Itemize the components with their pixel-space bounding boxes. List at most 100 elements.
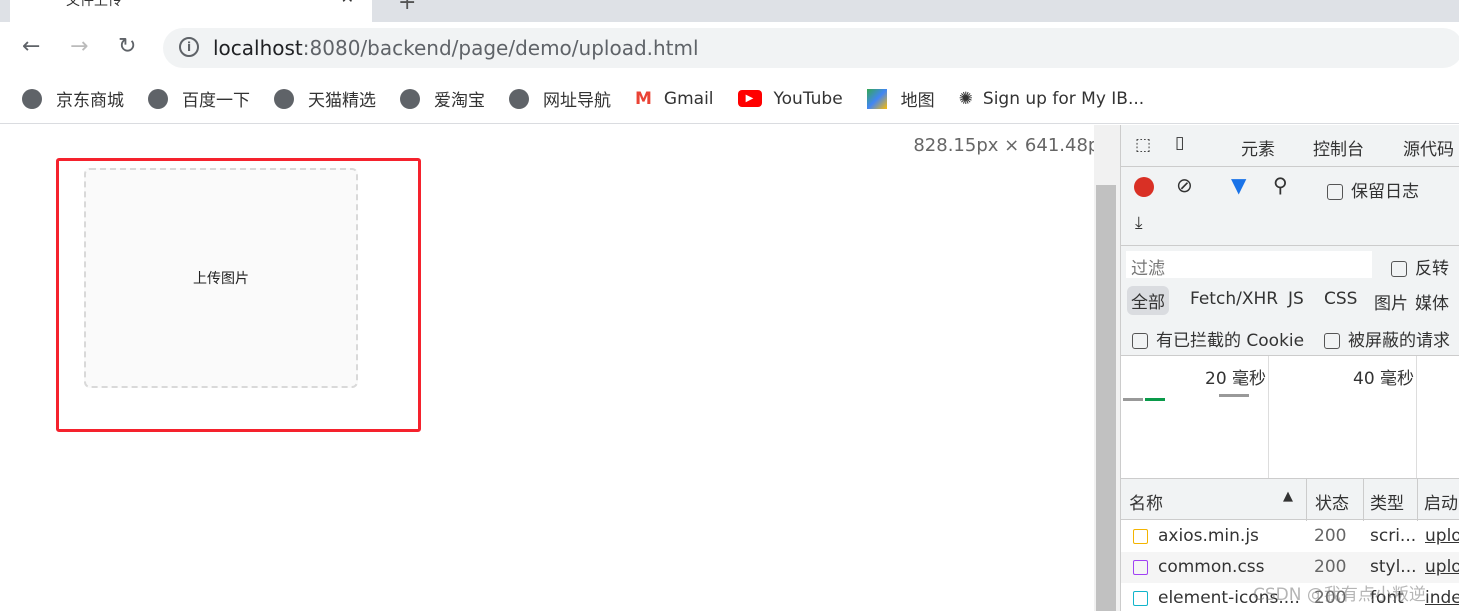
bee-icon: ✺ bbox=[958, 88, 973, 109]
type-fetch-xhr[interactable]: Fetch/XHR bbox=[1190, 289, 1278, 309]
bookmark[interactable]: 爱淘宝 bbox=[400, 86, 485, 111]
highlight-box: 上传图片 bbox=[56, 158, 421, 432]
row-type: scri... bbox=[1370, 526, 1417, 546]
bookmark[interactable]: 地图 bbox=[866, 86, 935, 111]
sort-ascending-icon: ▲ bbox=[1283, 489, 1293, 504]
viewport-dimensions: 828.15px × 641.48px bbox=[913, 135, 1110, 156]
type-css[interactable]: CSS bbox=[1324, 289, 1357, 309]
inspect-icon[interactable]: ⬚ bbox=[1135, 135, 1151, 155]
forward-icon[interactable]: → bbox=[70, 34, 88, 59]
row-initiator-link[interactable]: uplo bbox=[1425, 557, 1459, 577]
row-initiator-link[interactable]: uplo bbox=[1425, 526, 1459, 546]
address-bar[interactable]: i localhost:8080/backend/page/demo/upload… bbox=[163, 28, 1459, 68]
device-toggle-icon[interactable]: ▯ bbox=[1175, 133, 1184, 153]
network-table-header: 名称 ▲ 状态 类型 启动 bbox=[1121, 478, 1459, 521]
upload-label: 上传图片 bbox=[193, 271, 249, 287]
invert-checkbox[interactable]: 反转 bbox=[1391, 254, 1449, 279]
gmail-icon: M bbox=[635, 88, 652, 109]
bookmark-label: 网址导航 bbox=[543, 91, 611, 111]
url-host: localhost bbox=[213, 36, 303, 60]
font-icon bbox=[1133, 590, 1148, 606]
reload-icon[interactable]: ↻ bbox=[118, 34, 136, 59]
upload-image-button[interactable]: 上传图片 bbox=[84, 168, 358, 388]
devtools-panel: ⬚ ▯ 元素 控制台 源代码 ⊘ ▼ ⚲ 保留日志 ⤓ 过滤 反转 全部 Fet… bbox=[1120, 125, 1459, 614]
search-icon[interactable]: ⚲ bbox=[1273, 173, 1288, 197]
tab-strip: 文件上传 ✕ + bbox=[0, 0, 1459, 22]
bookmark-label: 天猫精选 bbox=[308, 91, 376, 111]
type-img[interactable]: 图片 bbox=[1374, 289, 1408, 314]
blocked-cookies-label: 有已拦截的 Cookie bbox=[1156, 331, 1305, 351]
bookmark-label: 百度一下 bbox=[182, 91, 250, 111]
page-content: 828.15px × 641.48px 上传图片 bbox=[0, 125, 1110, 611]
row-type: styl... bbox=[1370, 557, 1417, 577]
info-icon[interactable]: i bbox=[179, 37, 199, 57]
bookmark-label: YouTube bbox=[773, 88, 843, 109]
bookmark-label: 爱淘宝 bbox=[434, 91, 485, 111]
watermark: CSDN @我有点小叛逆 bbox=[1253, 585, 1426, 605]
type-js[interactable]: JS bbox=[1288, 289, 1304, 309]
bookmark-label: 地图 bbox=[900, 91, 935, 111]
timeline-bar bbox=[1123, 398, 1143, 401]
type-all[interactable]: 全部 bbox=[1127, 286, 1169, 315]
tab-elements[interactable]: 元素 bbox=[1241, 135, 1275, 160]
bookmark-label: Gmail bbox=[663, 88, 714, 109]
globe-icon bbox=[509, 88, 529, 109]
tab-title: 文件上传 bbox=[66, 0, 122, 9]
bookmark[interactable]: ✺ Sign up for My IB... bbox=[959, 89, 1145, 109]
script-icon bbox=[1133, 528, 1148, 544]
column-name[interactable]: 名称 bbox=[1129, 489, 1163, 514]
bookmark[interactable]: ▶ YouTube bbox=[737, 88, 843, 109]
preserve-log-label: 保留日志 bbox=[1351, 182, 1419, 202]
column-initiator[interactable]: 启动 bbox=[1417, 479, 1459, 521]
globe-icon bbox=[22, 88, 42, 109]
maps-icon bbox=[866, 88, 887, 109]
bookmark-label: Sign up for My IB... bbox=[982, 88, 1145, 109]
tab-sources[interactable]: 源代码 bbox=[1403, 135, 1454, 160]
column-status[interactable]: 状态 bbox=[1306, 479, 1357, 521]
timeline-bar bbox=[1145, 398, 1165, 401]
globe-icon bbox=[148, 88, 168, 109]
record-icon[interactable] bbox=[1134, 177, 1154, 197]
new-tab-button[interactable]: + bbox=[398, 0, 416, 15]
timeline-overview[interactable]: 20 毫秒 40 毫秒 bbox=[1121, 356, 1459, 478]
download-icon[interactable]: ⤓ bbox=[1135, 213, 1143, 233]
row-initiator-link[interactable]: inde bbox=[1425, 588, 1459, 608]
bookmarks-bar: 京东商城 百度一下 天猫精选 爱淘宝 网址导航 M Gmail ▶ YouTube … bbox=[0, 74, 1459, 124]
row-status: 200 bbox=[1314, 557, 1347, 577]
row-status: 200 bbox=[1314, 526, 1347, 546]
scrollbar-thumb[interactable] bbox=[1096, 185, 1116, 611]
youtube-icon: ▶ bbox=[737, 90, 762, 107]
blocked-requests-checkbox[interactable]: 被屏蔽的请求 bbox=[1324, 326, 1450, 351]
toolbar: ← → ↻ i localhost:8080/backend/page/demo/… bbox=[0, 22, 1459, 74]
filter-icon[interactable]: ▼ bbox=[1231, 173, 1246, 197]
type-media[interactable]: 媒体 bbox=[1415, 289, 1449, 314]
filter-input[interactable]: 过滤 bbox=[1126, 251, 1372, 279]
bookmark[interactable]: M Gmail bbox=[635, 89, 714, 109]
close-tab-icon[interactable]: ✕ bbox=[341, 0, 354, 7]
url-path: :8080/backend/page/demo/upload.html bbox=[302, 36, 699, 60]
invert-label: 反转 bbox=[1415, 259, 1449, 279]
timeline-tick: 20 毫秒 bbox=[1205, 369, 1267, 389]
timeline-bar bbox=[1219, 394, 1249, 397]
globe-icon bbox=[274, 88, 294, 109]
row-name: axios.min.js bbox=[1158, 526, 1259, 546]
blocked-requests-label: 被屏蔽的请求 bbox=[1348, 331, 1450, 351]
scrollbar[interactable] bbox=[1094, 125, 1120, 611]
back-icon[interactable]: ← bbox=[22, 34, 40, 59]
bookmark[interactable]: 天猫精选 bbox=[274, 86, 376, 111]
bookmark[interactable]: 京东商城 bbox=[22, 86, 124, 111]
preserve-log-checkbox[interactable]: 保留日志 bbox=[1327, 177, 1419, 202]
clear-icon[interactable]: ⊘ bbox=[1176, 173, 1193, 197]
timeline-tick: 40 毫秒 bbox=[1353, 369, 1415, 389]
bookmark[interactable]: 网址导航 bbox=[509, 86, 611, 111]
browser-tab[interactable]: 文件上传 ✕ bbox=[10, 0, 372, 22]
stylesheet-icon bbox=[1133, 559, 1148, 575]
tab-console[interactable]: 控制台 bbox=[1313, 135, 1364, 160]
bookmark[interactable]: 百度一下 bbox=[148, 86, 250, 111]
bookmark-label: 京东商城 bbox=[56, 91, 124, 111]
globe-icon bbox=[400, 88, 420, 109]
table-row[interactable]: axios.min.js 200 scri... uplo bbox=[1121, 521, 1459, 552]
column-type[interactable]: 类型 bbox=[1363, 479, 1410, 521]
table-row[interactable]: common.css 200 styl... uplo bbox=[1121, 552, 1459, 583]
blocked-cookies-checkbox[interactable]: 有已拦截的 Cookie bbox=[1132, 326, 1304, 351]
